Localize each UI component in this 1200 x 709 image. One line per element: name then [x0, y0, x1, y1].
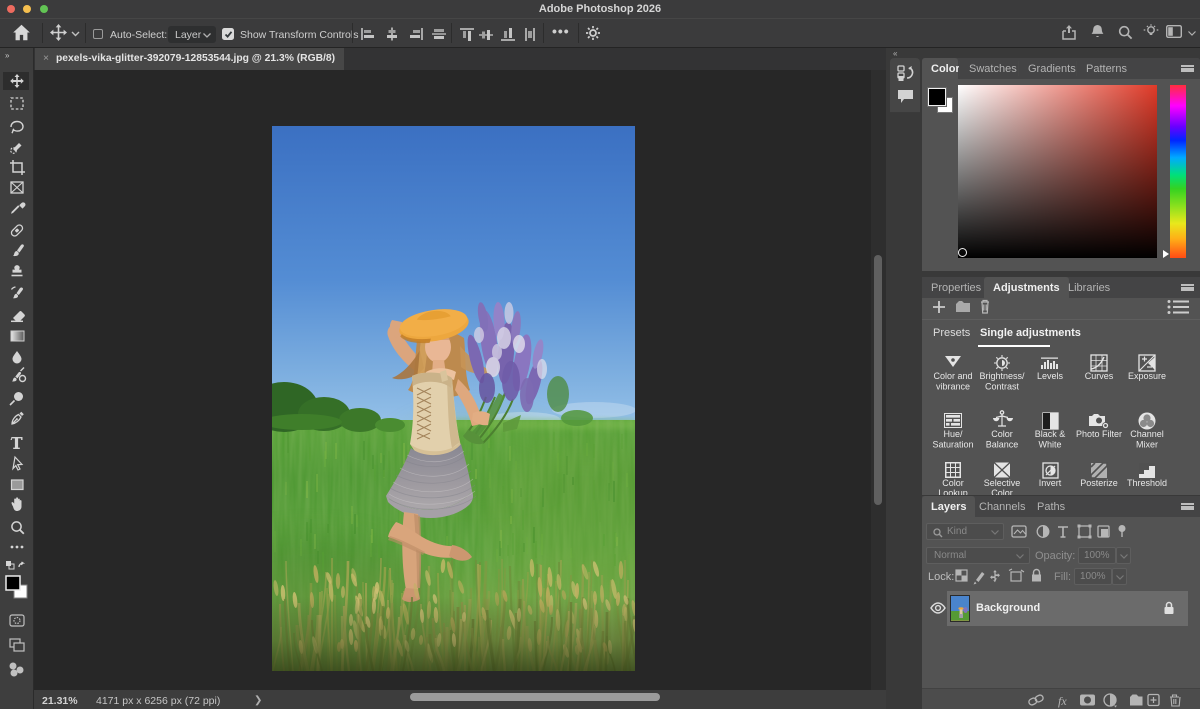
svg-text:Hue/: Hue/: [943, 429, 963, 439]
svg-text:Threshold: Threshold: [1127, 478, 1167, 488]
svg-text:Curves: Curves: [1085, 371, 1114, 381]
svg-text:Black &: Black &: [1035, 429, 1066, 439]
svg-text:Color: Color: [991, 488, 1013, 495]
svg-text:Invert: Invert: [1039, 478, 1062, 488]
svg-text:Balance: Balance: [986, 440, 1019, 450]
svg-text:Channel: Channel: [1130, 429, 1164, 439]
svg-text:Saturation: Saturation: [932, 440, 973, 450]
svg-text:fx: fx: [1058, 694, 1067, 708]
svg-text:vibrance: vibrance: [936, 382, 970, 392]
svg-text:Photo Filter: Photo Filter: [1076, 429, 1122, 439]
svg-text:Levels: Levels: [1037, 371, 1064, 381]
svg-text:Selective: Selective: [984, 478, 1021, 488]
svg-text:Lookup: Lookup: [938, 488, 968, 495]
svg-text:Color: Color: [991, 429, 1013, 439]
svg-text:Color: Color: [942, 478, 964, 488]
svg-text:Mixer: Mixer: [1136, 440, 1158, 450]
svg-text:Posterize: Posterize: [1080, 478, 1118, 488]
svg-text:Brightness/: Brightness/: [979, 371, 1025, 381]
svg-text:Contrast: Contrast: [985, 382, 1020, 392]
svg-text:White: White: [1038, 440, 1061, 450]
svg-text:Exposure: Exposure: [1128, 371, 1166, 381]
svg-text:Color and: Color and: [933, 371, 972, 381]
